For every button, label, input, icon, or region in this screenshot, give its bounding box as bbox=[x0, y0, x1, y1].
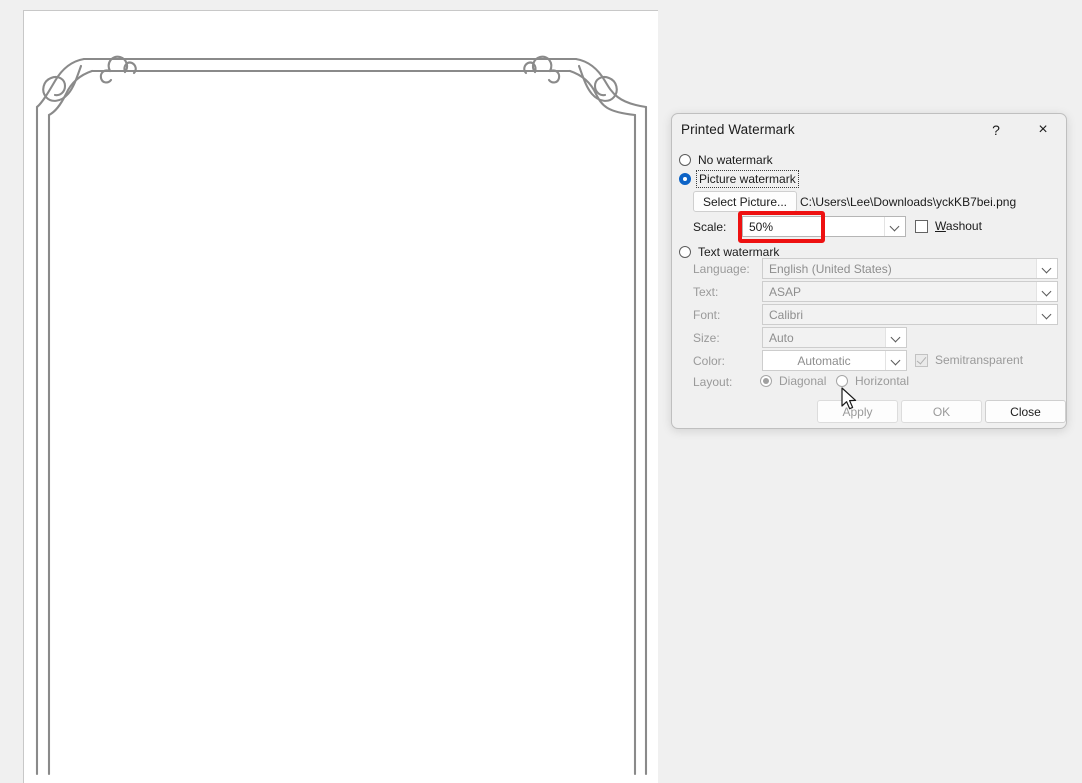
scale-label: Scale: bbox=[693, 220, 726, 234]
language-label: Language: bbox=[693, 262, 750, 276]
checkbox-indicator bbox=[915, 220, 928, 233]
color-value: Automatic bbox=[763, 354, 885, 368]
select-picture-button[interactable]: Select Picture... bbox=[693, 191, 797, 212]
help-icon[interactable]: ? bbox=[981, 118, 1011, 142]
radio-no-watermark[interactable]: No watermark bbox=[679, 153, 773, 167]
radio-indicator bbox=[836, 375, 848, 387]
washout-label: Washout bbox=[935, 219, 982, 233]
semitransparent-checkbox: Semitransparent bbox=[915, 353, 1023, 367]
scale-combobox[interactable]: 50% bbox=[742, 216, 906, 237]
layout-horizontal-label: Horizontal bbox=[855, 374, 909, 388]
scale-value: 50% bbox=[743, 220, 884, 234]
font-value: Calibri bbox=[763, 308, 1036, 322]
text-label: Text: bbox=[693, 285, 718, 299]
radio-layout-diagonal: Diagonal bbox=[760, 374, 826, 388]
ok-button[interactable]: OK bbox=[901, 400, 982, 423]
apply-label: Apply bbox=[842, 405, 872, 419]
chevron-down-icon bbox=[1036, 305, 1057, 324]
radio-layout-horizontal: Horizontal bbox=[836, 374, 909, 388]
radio-picture-watermark-label: Picture watermark bbox=[698, 172, 797, 186]
document-page[interactable] bbox=[23, 10, 658, 783]
dialog-title: Printed Watermark bbox=[681, 122, 795, 137]
chevron-down-icon bbox=[1036, 282, 1057, 301]
select-picture-label: Select Picture... bbox=[703, 195, 787, 209]
text-value: ASAP bbox=[763, 285, 1036, 299]
close-label: Close bbox=[1010, 405, 1041, 419]
radio-text-watermark[interactable]: Text watermark bbox=[679, 245, 779, 259]
font-combobox: Calibri bbox=[762, 304, 1058, 325]
language-value: English (United States) bbox=[763, 262, 1036, 276]
washout-checkbox[interactable]: Washout bbox=[915, 219, 982, 233]
chevron-down-icon bbox=[885, 351, 906, 370]
color-label: Color: bbox=[693, 354, 725, 368]
radio-no-watermark-label: No watermark bbox=[698, 153, 773, 167]
radio-picture-watermark[interactable]: Picture watermark bbox=[679, 172, 797, 186]
layout-label: Layout: bbox=[693, 375, 732, 389]
layout-diagonal-label: Diagonal bbox=[779, 374, 826, 388]
font-label: Font: bbox=[693, 308, 720, 322]
radio-indicator bbox=[760, 375, 772, 387]
chevron-down-icon bbox=[885, 328, 906, 347]
radio-indicator bbox=[679, 154, 691, 166]
close-icon[interactable]: × bbox=[1028, 118, 1058, 142]
size-combobox: Auto bbox=[762, 327, 907, 348]
close-button-bottom[interactable]: Close bbox=[985, 400, 1066, 423]
checkbox-indicator bbox=[915, 354, 928, 367]
size-label: Size: bbox=[693, 331, 720, 345]
radio-indicator bbox=[679, 246, 691, 258]
language-combobox: English (United States) bbox=[762, 258, 1058, 279]
color-combobox: Automatic bbox=[762, 350, 907, 371]
text-combobox: ASAP bbox=[762, 281, 1058, 302]
dialog-titlebar[interactable]: Printed Watermark ? × bbox=[672, 114, 1066, 146]
radio-indicator bbox=[679, 173, 691, 185]
decorative-border-graphic bbox=[24, 11, 658, 783]
picture-path-text: C:\Users\Lee\Downloads\yckKB7bei.png bbox=[800, 195, 1016, 209]
apply-button[interactable]: Apply bbox=[817, 400, 898, 423]
chevron-down-icon bbox=[1036, 259, 1057, 278]
size-value: Auto bbox=[763, 331, 885, 345]
radio-text-watermark-label: Text watermark bbox=[698, 245, 779, 259]
printed-watermark-dialog[interactable]: Printed Watermark ? × No watermark Pictu… bbox=[671, 113, 1067, 429]
ok-label: OK bbox=[933, 405, 950, 419]
chevron-down-icon[interactable] bbox=[884, 217, 905, 236]
semitransparent-label: Semitransparent bbox=[935, 353, 1023, 367]
